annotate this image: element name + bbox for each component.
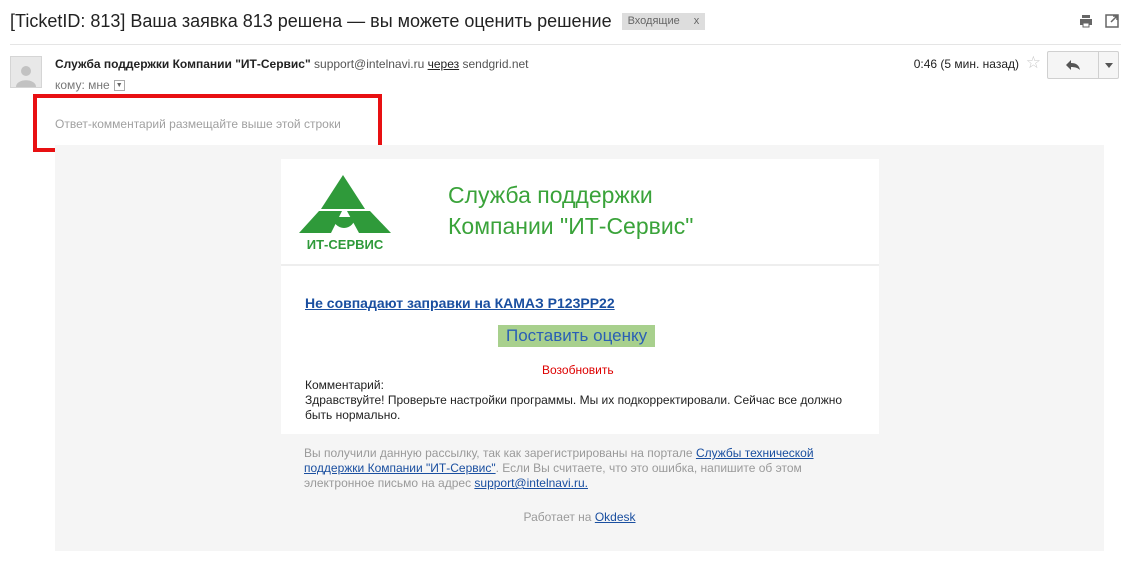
footer-text-before: Вы получили данную рассылку, так как зар… — [304, 446, 696, 460]
avatar-icon — [10, 56, 42, 88]
logo-text: ИТ-СЕРВИС — [307, 237, 384, 252]
mail-body: ИТ-СЕРВИС Служба поддержки Компании "ИТ-… — [55, 145, 1104, 551]
label-chip-inbox[interactable]: Входящие x — [621, 12, 706, 30]
dropdown-icon[interactable]: ▼ — [113, 79, 125, 91]
support-email-link[interactable]: support@intelnavi.ru. — [474, 476, 588, 490]
comment-label: Комментарий: — [305, 378, 384, 392]
ticket-link[interactable]: Не совпадают заправки на КАМАЗ Р123РР22 — [305, 295, 615, 311]
powered-by: Работает на Okdesk — [55, 510, 1104, 524]
remove-label-button[interactable]: x — [694, 15, 700, 27]
recipient-text: кому: мне — [55, 78, 110, 92]
reopen-link[interactable]: Возобновить — [542, 363, 614, 377]
reply-button[interactable] — [1048, 52, 1098, 78]
more-icon — [1104, 62, 1113, 68]
message-time: 0:46 (5 мин. назад) — [913, 57, 1019, 71]
sender-line: Служба поддержки Компании "ИТ-Сервис" su… — [55, 57, 529, 71]
via-domain: sendgrid.net — [462, 57, 529, 71]
comment-text: Здравствуйте! Проверьте настройки програ… — [305, 393, 843, 422]
okdesk-link[interactable]: Okdesk — [595, 510, 636, 524]
top-icons — [1079, 14, 1119, 28]
org-title-line2: Компании "ИТ-Сервис" — [448, 213, 694, 239]
org-title-line1: Служба поддержки — [448, 182, 653, 208]
highlight-frame — [33, 94, 382, 152]
via-link[interactable]: через — [428, 57, 460, 71]
more-button[interactable] — [1098, 52, 1118, 78]
email-subject: [TicketID: 813] Ваша заявка 813 решена —… — [10, 10, 612, 31]
sender-name[interactable]: Служба поддержки Компании "ИТ-Сервис" — [55, 57, 311, 71]
notification-card: ИТ-СЕРВИС Служба поддержки Компании "ИТ-… — [281, 159, 879, 434]
reply-icon — [1066, 60, 1080, 70]
rate-button[interactable]: Поставить оценку — [498, 325, 656, 347]
org-title: Служба поддержки Компании "ИТ-Сервис" — [448, 180, 693, 242]
new-window-icon[interactable] — [1105, 14, 1119, 28]
reply-button-group — [1047, 51, 1119, 79]
label-chip-text: Входящие — [627, 15, 680, 27]
recipient-line: кому: мне ▼ — [55, 78, 125, 92]
logo-icon: ИТ-СЕРВИС — [297, 173, 393, 253]
header-divider — [10, 44, 1121, 45]
card-header: ИТ-СЕРВИС Служба поддержки Компании "ИТ-… — [281, 159, 879, 266]
star-icon[interactable]: ☆ — [1026, 53, 1041, 73]
print-icon[interactable] — [1079, 14, 1093, 28]
subject-row: [TicketID: 813] Ваша заявка 813 решена —… — [10, 8, 706, 34]
powered-prefix: Работает на — [523, 510, 592, 524]
footer-note: Вы получили данную рассылку, так как зар… — [304, 446, 859, 491]
sender-email: support@intelnavi.ru — [314, 57, 425, 71]
card-content: Не совпадают заправки на КАМАЗ Р123РР22 … — [281, 266, 879, 434]
